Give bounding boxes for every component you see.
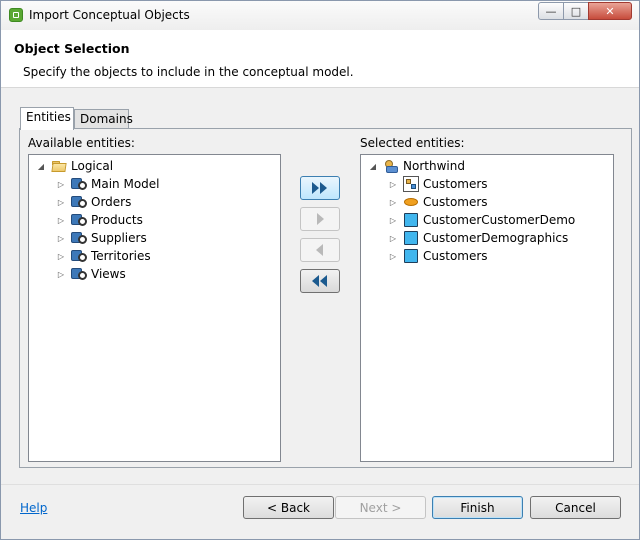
database-icon — [383, 158, 399, 174]
tree-node-label: Customers — [423, 177, 488, 191]
available-entities-label: Available entities: — [28, 136, 135, 150]
collapsed-arrow-icon[interactable]: ▷ — [56, 251, 66, 261]
maximize-button[interactable]: □ — [563, 2, 589, 20]
tree-node-label: Main Model — [91, 177, 160, 191]
right-arrow-icon — [317, 213, 324, 225]
tree-node-label: Products — [91, 213, 143, 227]
add-button[interactable] — [300, 207, 340, 231]
tree-node-northwind[interactable]: ◢ Northwind — [368, 157, 465, 175]
tree-node-label: CustomerCustomerDemo — [423, 213, 576, 227]
tree-node-customerdemographics[interactable]: ▷ CustomerDemographics — [388, 229, 568, 247]
remove-button[interactable] — [300, 238, 340, 262]
collapsed-arrow-icon[interactable]: ▷ — [388, 251, 398, 261]
import-dialog: Import Conceptual Objects — □ ✕ Object S… — [0, 0, 640, 540]
add-all-button[interactable] — [300, 176, 340, 200]
footer-divider — [1, 484, 639, 485]
tree-node-customercustomerdemo[interactable]: ▷ CustomerCustomerDemo — [388, 211, 575, 229]
model-icon — [71, 176, 87, 192]
table-entity-icon — [403, 212, 419, 228]
collapsed-arrow-icon[interactable]: ▷ — [56, 233, 66, 243]
model-icon — [71, 212, 87, 228]
model-icon — [71, 266, 87, 282]
double-right-arrow-icon — [312, 182, 327, 194]
close-icon: ✕ — [605, 4, 615, 18]
collapsed-arrow-icon[interactable]: ▷ — [56, 197, 66, 207]
maximize-icon: □ — [570, 4, 582, 18]
collapsed-arrow-icon[interactable]: ▷ — [388, 215, 398, 225]
expanded-arrow-icon[interactable]: ◢ — [36, 161, 46, 171]
tree-node-label: Customers — [423, 249, 488, 263]
selected-entities-tree[interactable]: ◢ Northwind ▷ Customers ▷ Customers ▷ Cu… — [360, 154, 614, 462]
tree-node-products[interactable]: ▷ Products — [56, 211, 143, 229]
window-title: Import Conceptual Objects — [29, 8, 190, 22]
folder-open-icon — [51, 158, 67, 174]
left-arrow-icon — [316, 244, 323, 256]
collapsed-arrow-icon[interactable]: ▷ — [56, 179, 66, 189]
available-entities-tree[interactable]: ◢ Logical ▷ Main Model ▷ Orders ▷ Produc… — [28, 154, 281, 462]
collapsed-arrow-icon[interactable]: ▷ — [56, 269, 66, 279]
tree-node-customers[interactable]: ▷ Customers — [388, 247, 488, 265]
tree-node-customers[interactable]: ▷ Customers — [388, 175, 488, 193]
tab-entities[interactable]: Entities — [20, 107, 74, 130]
tree-node-views[interactable]: ▷ Views — [56, 265, 126, 283]
page-title: Object Selection — [14, 41, 130, 56]
table-entity-icon — [403, 230, 419, 246]
window-controls: — □ ✕ — [538, 2, 632, 20]
tab-domains[interactable]: Domains — [74, 109, 133, 128]
tree-node-logical[interactable]: ◢ Logical — [36, 157, 113, 175]
expanded-arrow-icon[interactable]: ◢ — [368, 161, 378, 171]
collapsed-arrow-icon[interactable]: ▷ — [56, 215, 66, 225]
model-icon — [71, 194, 87, 210]
tree-node-main-model[interactable]: ▷ Main Model — [56, 175, 160, 193]
tree-node-label: Northwind — [403, 159, 465, 173]
tree-node-label: Orders — [91, 195, 132, 209]
model-icon — [71, 248, 87, 264]
tree-node-customers[interactable]: ▷ Customers — [388, 193, 488, 211]
selected-entities-label: Selected entities: — [360, 136, 465, 150]
minimize-icon: — — [545, 4, 557, 18]
page-header: Object Selection Specify the objects to … — [1, 30, 639, 88]
tree-node-suppliers[interactable]: ▷ Suppliers — [56, 229, 147, 247]
help-link[interactable]: Help — [20, 501, 47, 515]
model-icon — [71, 230, 87, 246]
table-entity-icon — [403, 248, 419, 264]
tree-node-label: Suppliers — [91, 231, 147, 245]
back-button[interactable]: < Back — [243, 496, 334, 519]
collapsed-arrow-icon[interactable]: ▷ — [388, 197, 398, 207]
tree-node-label: Views — [91, 267, 126, 281]
double-left-arrow-icon — [312, 275, 327, 287]
tree-node-label: Logical — [71, 159, 114, 173]
close-button[interactable]: ✕ — [588, 2, 632, 20]
title-bar[interactable]: Import Conceptual Objects — □ ✕ — [1, 1, 639, 30]
tree-node-label: CustomerDemographics — [423, 231, 569, 245]
collapsed-arrow-icon[interactable]: ▷ — [388, 179, 398, 189]
next-button[interactable]: Next > — [335, 496, 426, 519]
cancel-button[interactable]: Cancel — [530, 496, 621, 519]
tree-node-orders[interactable]: ▷ Orders — [56, 193, 131, 211]
tree-node-label: Territories — [91, 249, 151, 263]
relationship-entity-icon — [403, 176, 419, 192]
remove-all-button[interactable] — [300, 269, 340, 293]
page-description: Specify the objects to include in the co… — [23, 65, 354, 79]
minimize-button[interactable]: — — [538, 2, 564, 20]
collapsed-arrow-icon[interactable]: ▷ — [388, 233, 398, 243]
tree-node-label: Customers — [423, 195, 488, 209]
tree-node-territories[interactable]: ▷ Territories — [56, 247, 151, 265]
finish-button[interactable]: Finish — [432, 496, 523, 519]
app-icon — [9, 8, 23, 22]
ellipse-entity-icon — [403, 194, 419, 210]
